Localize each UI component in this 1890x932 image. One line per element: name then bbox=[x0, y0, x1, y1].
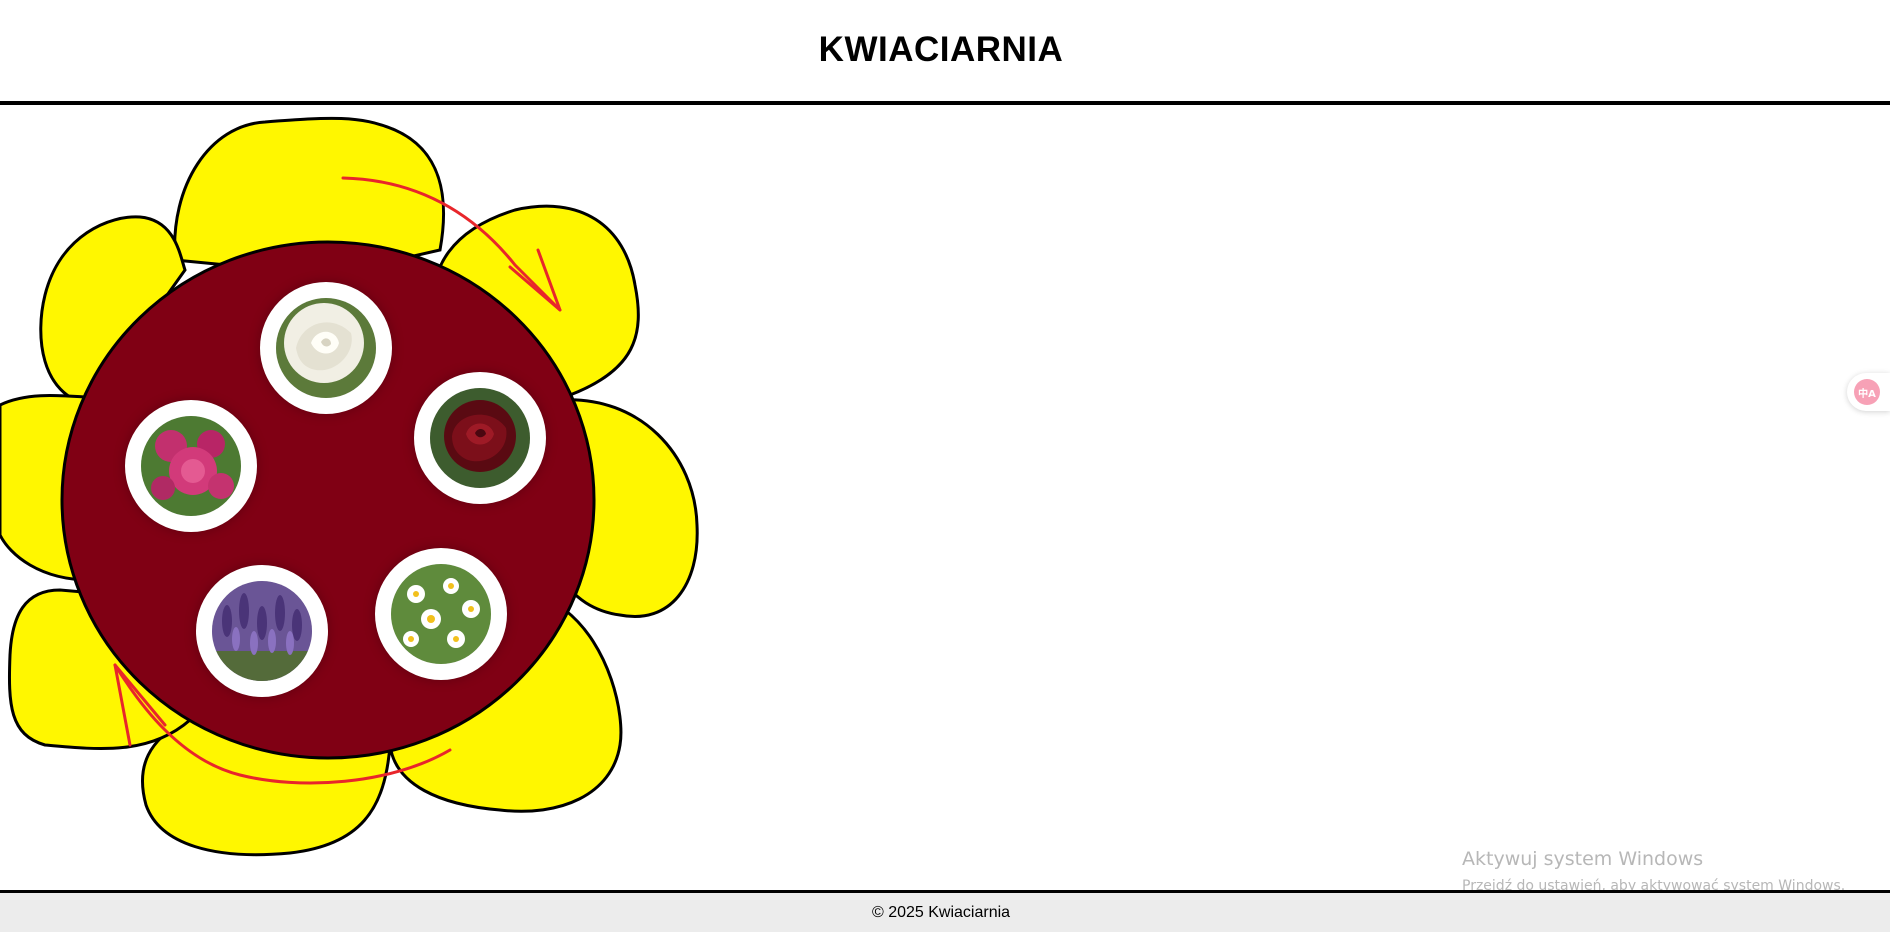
lavender-icon bbox=[212, 581, 312, 681]
flower-graphic bbox=[0, 116, 699, 857]
footer-copyright: © 2025 Kwiaciarnia bbox=[871, 904, 1011, 921]
translate-icon: 中A bbox=[1854, 379, 1880, 405]
red-rose-icon bbox=[430, 388, 530, 488]
site-header: KWIACIARNIA bbox=[0, 0, 1890, 105]
windows-activation-watermark: Aktywuj system Windows Przejdź do ustawi… bbox=[1462, 848, 1845, 892]
peony-icon bbox=[141, 416, 241, 516]
lavender-image bbox=[212, 581, 312, 681]
activation-title: Aktywuj system Windows bbox=[1462, 848, 1704, 870]
daisy-icon bbox=[391, 564, 491, 664]
peony-image bbox=[141, 416, 241, 516]
daisy-image bbox=[391, 564, 491, 664]
translate-widget[interactable]: 中A bbox=[1847, 373, 1890, 411]
thumb-peony[interactable] bbox=[125, 400, 257, 532]
red-rose-image bbox=[430, 388, 530, 488]
thumb-white-rose[interactable] bbox=[260, 282, 392, 414]
white-rose-icon bbox=[276, 298, 376, 398]
main-content bbox=[0, 105, 1890, 890]
thumb-lavender[interactable] bbox=[196, 565, 328, 697]
thumb-red-rose[interactable] bbox=[414, 372, 546, 504]
page: KWIACIARNIA 中A Aktywuj system Windows Pr… bbox=[0, 0, 1890, 932]
thumb-daisy[interactable] bbox=[375, 548, 507, 680]
page-title: KWIACIARNIA bbox=[818, 30, 1064, 69]
white-rose-image bbox=[276, 298, 376, 398]
site-footer: © 2025 Kwiaciarnia bbox=[0, 890, 1890, 932]
